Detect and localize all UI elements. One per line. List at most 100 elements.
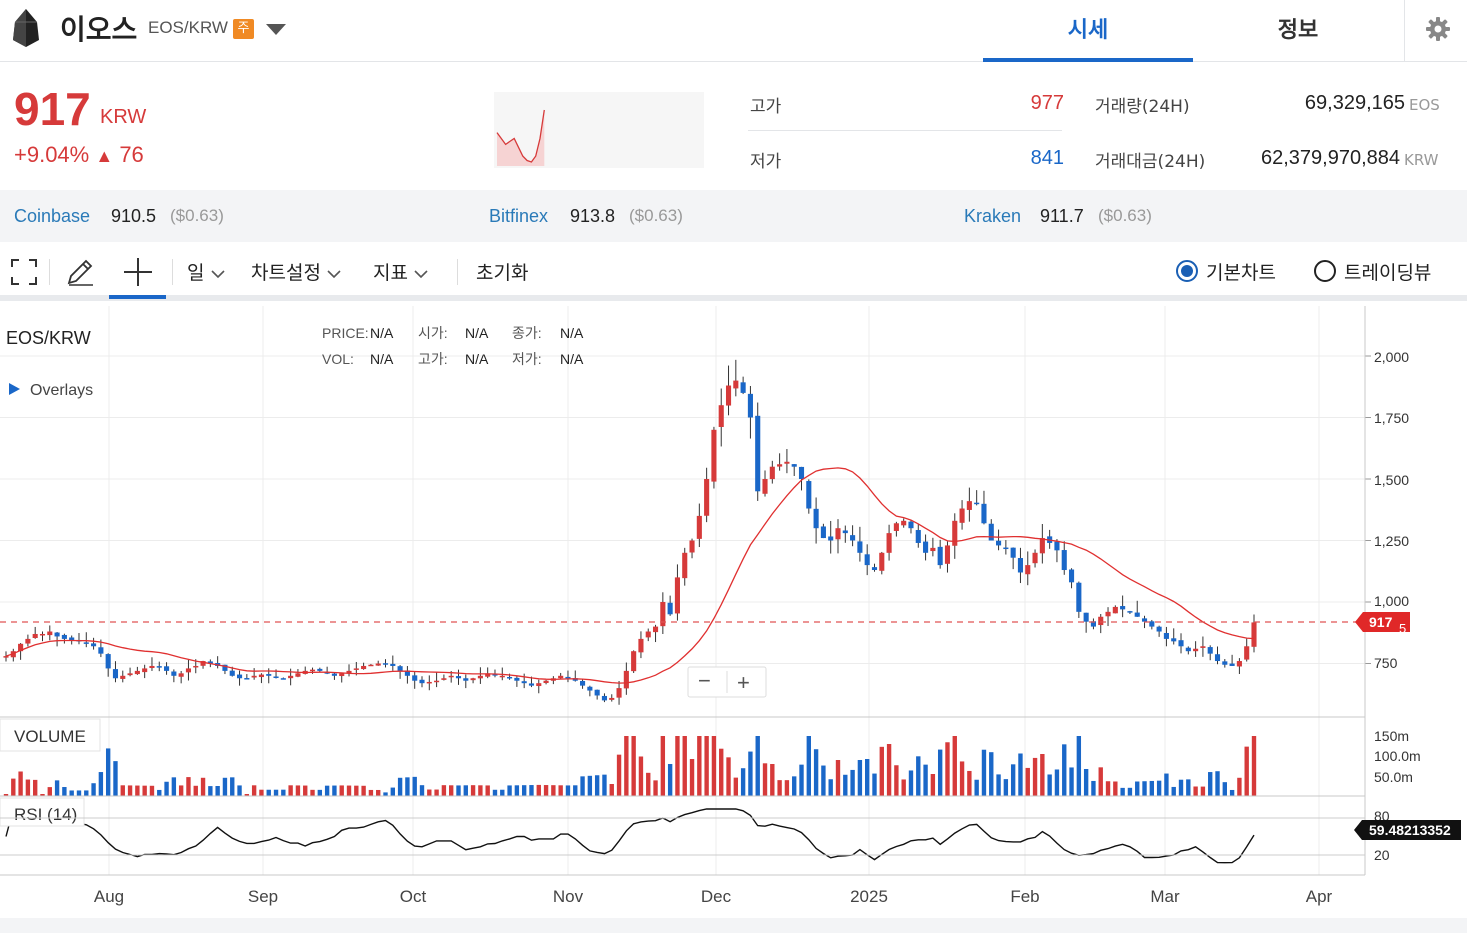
coin-dropdown-icon[interactable] bbox=[266, 24, 286, 35]
candle-body bbox=[704, 479, 710, 516]
candlestick-series bbox=[3, 359, 1257, 705]
basic-chart-radio[interactable] bbox=[1176, 260, 1198, 282]
period-dropdown[interactable]: 일 bbox=[187, 258, 225, 285]
price-chart[interactable]: EOS/KRW Overlays PRICE: N/A 시가: N/A 종가: … bbox=[0, 306, 1467, 906]
tradingview-radio[interactable] bbox=[1314, 260, 1336, 282]
tab-info[interactable]: 정보 bbox=[1193, 12, 1403, 44]
volume-bar bbox=[675, 736, 680, 796]
tradingview-label[interactable]: 트레이딩뷰 bbox=[1344, 258, 1431, 285]
y-tick-label: 1,000 bbox=[1374, 593, 1409, 609]
candle-body bbox=[901, 520, 907, 526]
reset-button[interactable]: 초기화 bbox=[476, 258, 528, 285]
volume-bar bbox=[543, 785, 549, 796]
volume-axis: 150m 100.0m 50.0m bbox=[1374, 728, 1421, 785]
candle-body bbox=[1025, 565, 1031, 575]
volume-bar bbox=[850, 769, 855, 796]
candle-body bbox=[229, 670, 235, 676]
candle-body bbox=[98, 647, 104, 654]
chart-settings-dropdown[interactable]: 차트설정 bbox=[251, 258, 341, 285]
crosshair-icon[interactable] bbox=[122, 256, 154, 288]
volume-bar bbox=[463, 785, 468, 796]
chevron-down-icon bbox=[210, 270, 225, 279]
x-tick-label: Apr bbox=[1306, 887, 1333, 906]
toolbar-divider bbox=[457, 259, 458, 285]
volume-bar bbox=[266, 789, 271, 796]
volume-bar bbox=[594, 775, 600, 796]
change-absolute: 76 bbox=[119, 142, 144, 167]
volume-bar bbox=[514, 785, 520, 796]
candle-body bbox=[1112, 606, 1118, 614]
tab-price[interactable]: 시세 bbox=[983, 12, 1193, 44]
candle-body bbox=[339, 673, 345, 677]
basic-chart-label[interactable]: 기본차트 bbox=[1206, 258, 1276, 285]
overlays-expand-icon[interactable] bbox=[9, 383, 20, 395]
moving-average-line bbox=[5, 467, 1255, 684]
candle-body bbox=[1010, 547, 1016, 558]
exchange-name: Bitfinex bbox=[489, 206, 549, 226]
volume-bar bbox=[1237, 777, 1242, 796]
candle-body bbox=[813, 508, 819, 529]
zoom-out-button[interactable]: − bbox=[698, 668, 711, 693]
volume-bar bbox=[47, 787, 52, 796]
candle-body bbox=[696, 515, 702, 539]
candle-body bbox=[1156, 626, 1162, 632]
candle-body bbox=[1134, 612, 1140, 617]
volume-bar bbox=[332, 785, 337, 796]
volume-bar bbox=[251, 785, 257, 796]
x-axis: Aug Sep Oct Nov Dec 2025 Feb Mar Apr bbox=[94, 887, 1333, 906]
candle-body bbox=[193, 665, 199, 668]
volume-bar bbox=[383, 792, 388, 796]
settings-button[interactable] bbox=[1404, 0, 1467, 62]
volume-bar bbox=[755, 736, 760, 796]
volume-bar bbox=[25, 779, 31, 796]
candle-body bbox=[652, 626, 659, 633]
high-value: 977 bbox=[1030, 92, 1064, 114]
candle-body bbox=[711, 429, 717, 482]
volume-bar bbox=[1113, 781, 1118, 796]
candle-body bbox=[258, 674, 264, 678]
candle-body bbox=[1236, 661, 1242, 667]
pencil-draw-icon[interactable] bbox=[65, 257, 95, 287]
volume-bar bbox=[259, 789, 264, 796]
volume-bar bbox=[682, 736, 687, 796]
volume-bar bbox=[1054, 769, 1060, 796]
volume-bar bbox=[843, 774, 848, 796]
volume-bar bbox=[273, 789, 279, 796]
indicators-dropdown[interactable]: 지표 bbox=[373, 258, 428, 285]
zoom-in-button[interactable]: + bbox=[737, 670, 750, 695]
volume-bar bbox=[76, 790, 82, 796]
volume-bar bbox=[1222, 782, 1227, 796]
volume-bar bbox=[521, 785, 527, 796]
volume-bar bbox=[91, 783, 96, 796]
candle-body bbox=[1105, 611, 1111, 617]
candle-body bbox=[266, 674, 272, 676]
candle-body bbox=[25, 638, 31, 644]
overlays-toggle[interactable]: Overlays bbox=[30, 382, 93, 399]
candle-body bbox=[1185, 647, 1191, 652]
candle-body bbox=[536, 683, 542, 687]
candle-body bbox=[47, 631, 53, 636]
fullscreen-icon[interactable] bbox=[11, 259, 37, 285]
low-label: 저가 bbox=[750, 152, 782, 172]
volume-bar bbox=[1091, 780, 1096, 796]
volume-bar bbox=[1040, 754, 1045, 796]
candle-body bbox=[601, 695, 608, 701]
volume-bar bbox=[1149, 780, 1155, 796]
volume-bar bbox=[792, 776, 797, 796]
volume-bar bbox=[1018, 753, 1023, 796]
candle-body bbox=[769, 466, 775, 480]
chevron-down-icon bbox=[414, 270, 428, 279]
candle-body bbox=[740, 382, 746, 393]
volume-bar bbox=[1244, 746, 1249, 796]
exchange-price: 913.8 bbox=[570, 206, 616, 226]
volume-bar bbox=[733, 777, 739, 796]
candle-body bbox=[1178, 640, 1184, 647]
candle-body bbox=[156, 666, 162, 668]
info-vol-value: N/A bbox=[370, 351, 394, 367]
volume-bar bbox=[1193, 786, 1198, 796]
volume-bar bbox=[84, 790, 89, 796]
volume-bar bbox=[281, 789, 286, 796]
volume-bar bbox=[186, 777, 191, 796]
candle-body bbox=[39, 633, 46, 636]
candle-body bbox=[682, 552, 688, 579]
